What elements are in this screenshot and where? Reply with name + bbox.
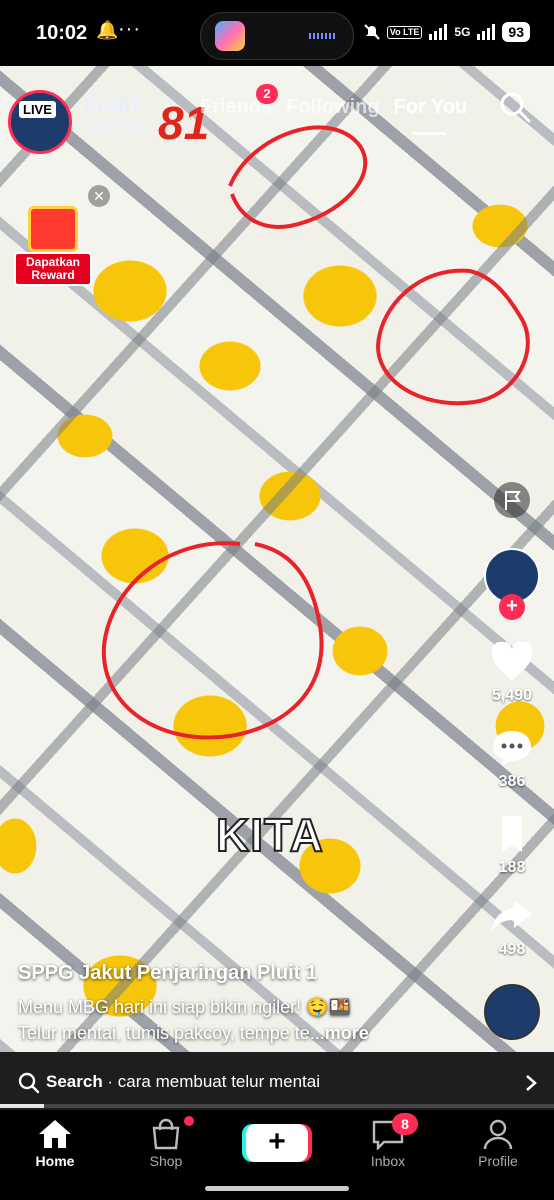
friends-badge: 2 [256, 84, 278, 104]
bookmark-icon [502, 816, 522, 852]
dynamic-island[interactable] [200, 12, 354, 60]
search-query: · cara membuat telur mentai [102, 1072, 321, 1091]
heart-icon [491, 641, 533, 680]
nav-home[interactable]: Home [10, 1118, 100, 1169]
home-indicator [205, 1186, 349, 1191]
share-button[interactable]: 498 [477, 896, 547, 959]
share-count: 498 [498, 941, 526, 958]
inbox-badge: 8 [392, 1113, 418, 1135]
nav-shop-label: Shop [149, 1153, 183, 1169]
share-icon [492, 900, 532, 932]
close-icon[interactable]: ✕ [88, 185, 110, 207]
search-suggestion-bar[interactable]: Search · cara membuat telur mentai [0, 1052, 554, 1110]
account-line2: KDT004 [84, 118, 142, 134]
search-prefix: Search [46, 1072, 103, 1091]
nav-profile[interactable]: Profile [453, 1118, 543, 1169]
comment-icon [493, 731, 531, 766]
account-label: PLUIT KDT004 [84, 96, 142, 136]
search-suggestion-text: Search · cara membuat telur mentai [46, 1072, 320, 1092]
feed-tabs: Friends Following For You [200, 96, 467, 119]
app-icon [215, 21, 245, 51]
like-count: 5,490 [491, 687, 533, 704]
comment-count: 386 [498, 773, 526, 790]
save-button[interactable]: 188 [477, 814, 547, 877]
tab-following[interactable]: Following [286, 96, 379, 119]
signal-icon [429, 24, 448, 40]
circle-annotation-3 [101, 541, 324, 740]
like-button[interactable]: 5,490 [477, 641, 547, 705]
profile-icon [483, 1119, 513, 1150]
flag-icon[interactable] [494, 482, 530, 518]
nav-shop[interactable]: Shop [121, 1118, 211, 1169]
sound-disc[interactable] [484, 984, 540, 1040]
tab-for-you[interactable]: For You [394, 96, 468, 119]
reward-widget[interactable]: Dapatkan Reward [14, 206, 92, 286]
more-notifications-icon: ··· [118, 18, 141, 40]
audio-wave-icon [309, 33, 335, 39]
account-line1: PLUIT [84, 95, 142, 117]
post-description[interactable]: Menu MBG hari ini siap bikin ngiler! 🤤🍱 … [18, 994, 468, 1046]
comment-button[interactable]: 386 [477, 728, 547, 791]
description-line1: Menu MBG hari ini siap bikin ngiler! 🤤🍱 [18, 997, 351, 1017]
nav-inbox-label: Inbox [370, 1153, 406, 1169]
chevron-right-icon [526, 1075, 537, 1091]
post-author[interactable]: SPPG Jakut Penjaringan Pluit 1 [18, 962, 317, 985]
mute-icon [364, 24, 380, 40]
circle-annotation-2 [375, 268, 530, 406]
video-overlay-text: KITA [215, 808, 324, 862]
live-badge: LIVE [19, 101, 56, 118]
status-time: 10:02 [36, 22, 88, 44]
network-type: 5G [454, 25, 471, 39]
home-icon [39, 1120, 71, 1148]
description-text: Telur mentai, tumis pakcoy, tempe te... [18, 1023, 325, 1043]
nav-profile-label: Profile [478, 1153, 518, 1169]
video-progress-bar[interactable] [0, 1104, 554, 1108]
signal-icon-2 [477, 24, 496, 40]
shop-bag-icon [152, 1118, 180, 1150]
status-bar: 10:02 🔔 ··· Vo LTE 5G 93 [0, 0, 554, 66]
create-plus-button[interactable]: + [246, 1124, 308, 1162]
follow-plus-icon[interactable]: + [499, 594, 525, 620]
video-progress-fill [0, 1104, 45, 1108]
active-tab-indicator [412, 132, 446, 135]
nav-home-label: Home [35, 1153, 75, 1169]
reward-label: Dapatkan Reward [14, 252, 92, 286]
search-icon[interactable] [498, 90, 532, 124]
nav-inbox[interactable]: Inbox [343, 1118, 433, 1169]
search-icon [18, 1072, 40, 1094]
gift-icon [28, 206, 78, 252]
more-link[interactable]: more [325, 1023, 369, 1043]
live-avatar[interactable]: LIVE [8, 90, 72, 154]
bell-icon: 🔔 [96, 20, 119, 40]
shop-notification-dot [184, 1116, 194, 1126]
status-indicators: Vo LTE 5G 93 [363, 22, 530, 42]
description-line2: Telur mentai, tumis pakcoy, tempe te...m… [18, 1020, 468, 1046]
volte-badge: Vo LTE [386, 25, 423, 39]
save-count: 188 [498, 859, 526, 876]
battery-level: 93 [502, 22, 530, 42]
circle-annotation-1 [228, 125, 368, 229]
